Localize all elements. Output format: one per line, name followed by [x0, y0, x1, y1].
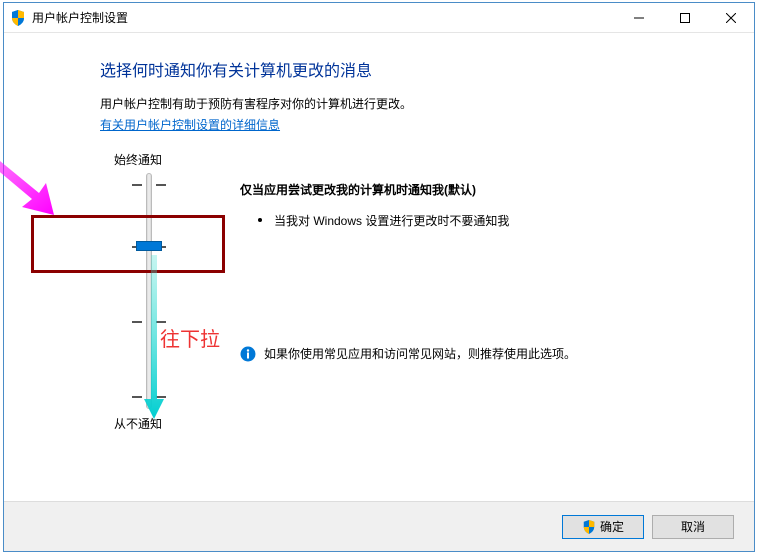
- info-panel: 仅当应用尝试更改我的计算机时通知我(默认) 当我对 Windows 设置进行更改…: [240, 181, 680, 229]
- annotation-text: 往下拉: [160, 323, 220, 352]
- slider-track[interactable]: [146, 173, 152, 409]
- recommendation-row: 如果你使用常见应用和访问常见网站，则推荐使用此选项。: [240, 345, 630, 363]
- content-area: 选择何时通知你有关计算机更改的消息 用户帐户控制有助于预防有害程序对你的计算机进…: [4, 33, 754, 501]
- slider-thumb[interactable]: [136, 241, 162, 251]
- info-icon: [240, 346, 256, 362]
- info-title: 仅当应用尝试更改我的计算机时通知我(默认): [240, 181, 680, 198]
- uac-settings-window: 用户帐户控制设置 选择何时通知你有关计算机更改的消息 用户帐户控制有助于预防有害…: [3, 2, 755, 552]
- footer-bar: 确定 取消: [4, 501, 754, 551]
- minimize-icon: [634, 13, 644, 23]
- maximize-button[interactable]: [662, 3, 708, 33]
- slider-tick: [156, 184, 166, 186]
- slider-area: 始终通知 从不通知 仅当应用尝试更改我的计算机时通知我(默认) 当我对 Wind…: [100, 151, 714, 451]
- slider-tick: [156, 396, 166, 398]
- window-title: 用户帐户控制设置: [32, 9, 616, 26]
- titlebar: 用户帐户控制设置: [4, 3, 754, 33]
- shield-icon: [582, 520, 596, 534]
- slider-top-label: 始终通知: [114, 151, 162, 168]
- cancel-button[interactable]: 取消: [652, 515, 734, 539]
- maximize-icon: [680, 13, 690, 23]
- slider-tick: [156, 321, 166, 323]
- details-link[interactable]: 有关用户帐户控制设置的详细信息: [100, 118, 280, 132]
- ok-button-label: 确定: [600, 518, 624, 535]
- cancel-button-label: 取消: [681, 518, 705, 535]
- window-controls: [616, 3, 754, 32]
- slider-tick: [132, 184, 142, 186]
- description-text: 用户帐户控制有助于预防有害程序对你的计算机进行更改。: [100, 95, 714, 112]
- annotation-arrow-magenta-icon: [0, 125, 54, 215]
- slider-bottom-label: 从不通知: [114, 415, 162, 432]
- slider-tick: [132, 321, 142, 323]
- slider-tick: [132, 396, 142, 398]
- minimize-button[interactable]: [616, 3, 662, 33]
- info-bullet-text: 当我对 Windows 设置进行更改时不要通知我: [274, 212, 509, 229]
- recommendation-text: 如果你使用常见应用和访问常见网站，则推荐使用此选项。: [264, 345, 576, 363]
- annotation-highlight-box: [31, 215, 225, 273]
- close-icon: [726, 13, 736, 23]
- page-heading: 选择何时通知你有关计算机更改的消息: [100, 57, 714, 81]
- shield-icon: [10, 10, 26, 26]
- info-bullet-row: 当我对 Windows 设置进行更改时不要通知我: [240, 212, 680, 229]
- close-button[interactable]: [708, 3, 754, 33]
- bullet-icon: [258, 218, 262, 222]
- ok-button[interactable]: 确定: [562, 515, 644, 539]
